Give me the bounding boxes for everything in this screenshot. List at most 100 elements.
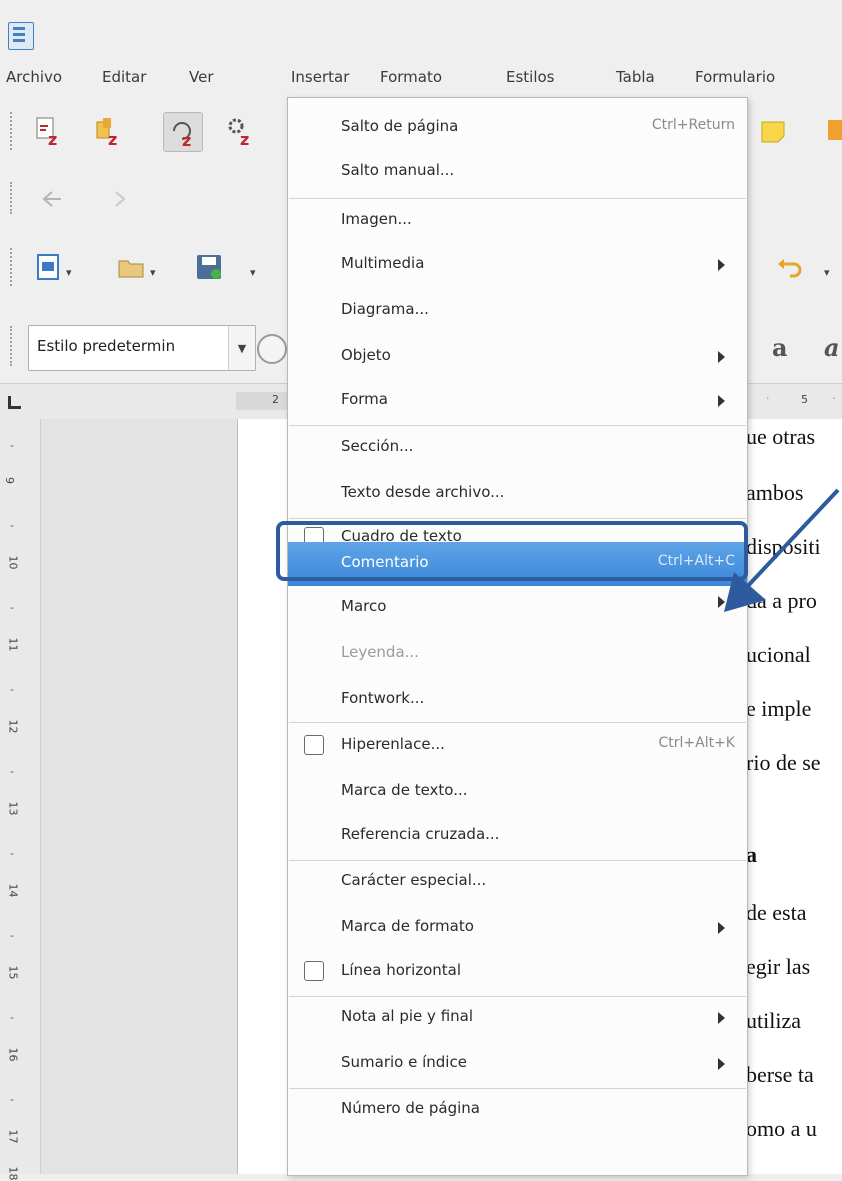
menu-item-footnote-endnote[interactable]: Nota al pie y final bbox=[288, 996, 747, 1040]
toolbar-grip[interactable] bbox=[10, 182, 16, 214]
ruler-number: 9 bbox=[3, 477, 16, 484]
open-dropdown-icon[interactable]: ▾ bbox=[150, 266, 156, 279]
menu-formato[interactable]: Formato bbox=[380, 68, 442, 86]
menu-item-image[interactable]: Imagen... bbox=[288, 199, 747, 243]
ruler-tick: - bbox=[10, 929, 14, 942]
menu-insertar[interactable]: Insertar bbox=[291, 68, 349, 86]
ruler-number: 13 bbox=[6, 801, 20, 816]
toolbar-grip[interactable] bbox=[10, 248, 16, 286]
menu-item-label: Referencia cruzada... bbox=[341, 825, 500, 843]
menu-item-label: Objeto bbox=[341, 346, 391, 364]
submenu-arrow-icon bbox=[718, 922, 725, 934]
menu-item-multimedia[interactable]: Multimedia bbox=[288, 243, 747, 287]
save-dropdown-icon[interactable]: ▾ bbox=[250, 266, 256, 279]
menu-archivo[interactable]: Archivo bbox=[6, 68, 62, 86]
menu-item-formatting-mark[interactable]: Marca de formato bbox=[288, 906, 747, 950]
menu-item-label: Marca de formato bbox=[341, 917, 474, 935]
menu-item-label: Sección... bbox=[341, 437, 414, 455]
insert-menu-dropdown: Salto de página Ctrl+Return Salto manual… bbox=[287, 97, 748, 1176]
ruler-number: 17 bbox=[6, 1129, 20, 1144]
menu-item-bookmark[interactable]: Marca de texto... bbox=[288, 770, 747, 814]
menu-item-label: Marco bbox=[341, 597, 387, 615]
menu-item-page-number[interactable]: Número de página bbox=[288, 1088, 747, 1132]
record-changes-icon[interactable]: z bbox=[34, 116, 64, 146]
paragraph-style-combobox[interactable]: Estilo predetermin ▼ bbox=[28, 325, 256, 371]
menu-item-label: Leyenda... bbox=[341, 643, 419, 661]
menu-editar[interactable]: Editar bbox=[102, 68, 146, 86]
document-text-line: de esta bbox=[746, 900, 807, 925]
tab-stop-icon[interactable] bbox=[8, 396, 21, 409]
italic-font-icon[interactable]: a bbox=[822, 333, 842, 362]
submenu-arrow-icon bbox=[718, 1058, 725, 1070]
ruler-number: 2 bbox=[272, 393, 279, 406]
document-background bbox=[41, 419, 237, 1174]
menu-bar: Archivo Editar Ver Insertar Formato Esti… bbox=[0, 60, 842, 96]
ruler-tick: - bbox=[10, 1093, 14, 1106]
ruler-number: 11 bbox=[6, 637, 20, 652]
svg-text:a: a bbox=[772, 334, 788, 360]
sticky-note-icon[interactable] bbox=[758, 116, 788, 146]
menu-item-hyperlink[interactable]: Hiperenlace... Ctrl+Alt+K bbox=[288, 724, 747, 768]
submenu-arrow-icon bbox=[718, 395, 725, 407]
svg-text:z: z bbox=[48, 130, 57, 146]
submenu-arrow-icon bbox=[718, 259, 725, 271]
submenu-arrow-icon bbox=[718, 351, 725, 363]
new-document-icon[interactable] bbox=[34, 252, 64, 282]
menu-item-special-character[interactable]: Carácter especial... bbox=[288, 860, 747, 904]
save-icon[interactable] bbox=[194, 252, 224, 282]
ruler-number: 15 bbox=[6, 965, 20, 980]
vertical-ruler[interactable]: 9 10 11 12 13 14 15 16 17 18 - - - - - -… bbox=[0, 419, 41, 1181]
menu-item-table-of-contents[interactable]: Sumario e índice bbox=[288, 1042, 747, 1086]
menu-item-text-from-file[interactable]: Texto desde archivo... bbox=[288, 472, 747, 516]
menu-item-page-break[interactable]: Salto de página Ctrl+Return bbox=[288, 106, 747, 150]
menu-tabla[interactable]: Tabla bbox=[616, 68, 655, 86]
ruler-tick: - bbox=[10, 601, 14, 614]
menu-item-label: Marca de texto... bbox=[341, 781, 468, 799]
menu-item-label: Nota al pie y final bbox=[341, 1007, 474, 1025]
changes-options-icon[interactable]: z bbox=[226, 116, 256, 146]
chevron-down-icon[interactable]: ▼ bbox=[228, 326, 255, 370]
undo-icon[interactable] bbox=[774, 252, 804, 282]
menu-item-label: Número de página bbox=[341, 1099, 480, 1117]
document-text-line: e imple bbox=[746, 696, 812, 721]
menu-formulario[interactable]: Formulario bbox=[695, 68, 775, 86]
ruler-number: 12 bbox=[6, 719, 20, 734]
document-text-line: omo a u bbox=[746, 1116, 817, 1141]
undo-dropdown-icon[interactable]: ▾ bbox=[824, 266, 830, 279]
menu-item-frame[interactable]: Marco bbox=[288, 588, 747, 632]
bookmark-icon[interactable] bbox=[820, 116, 842, 146]
paragraph-style-value[interactable]: Estilo predetermin bbox=[37, 337, 223, 355]
menu-item-section[interactable]: Sección... bbox=[288, 426, 747, 470]
show-changes-icon[interactable]: z bbox=[94, 116, 124, 146]
menu-item-shortcut: Ctrl+Return bbox=[651, 117, 735, 133]
menu-item-horizontal-line[interactable]: Línea horizontal bbox=[288, 950, 747, 994]
back-icon[interactable] bbox=[38, 184, 68, 214]
document-text-line: utiliza bbox=[746, 1008, 801, 1033]
menu-item-object[interactable]: Objeto bbox=[288, 335, 747, 379]
submenu-arrow-icon bbox=[718, 1012, 725, 1024]
update-style-icon[interactable] bbox=[257, 334, 287, 364]
menu-item-caption[interactable]: Leyenda... bbox=[288, 632, 747, 676]
checkbox-icon bbox=[304, 961, 324, 981]
open-folder-icon[interactable] bbox=[116, 252, 146, 282]
forward-icon[interactable] bbox=[100, 184, 130, 214]
ruler-tick: - bbox=[10, 765, 14, 778]
menu-item-shape[interactable]: Forma bbox=[288, 379, 747, 423]
bold-font-icon[interactable]: a bbox=[770, 333, 796, 362]
menu-ver[interactable]: Ver bbox=[189, 68, 214, 86]
toolbar-grip[interactable] bbox=[10, 326, 16, 366]
menu-item-cross-reference[interactable]: Referencia cruzada... bbox=[288, 814, 747, 858]
menu-item-chart[interactable]: Diagrama... bbox=[288, 289, 747, 333]
svg-text:z: z bbox=[182, 131, 191, 147]
toolbar-grip[interactable] bbox=[10, 112, 16, 150]
menu-item-manual-break[interactable]: Salto manual... bbox=[288, 150, 747, 194]
svg-text:z: z bbox=[240, 130, 249, 146]
new-dropdown-icon[interactable]: ▾ bbox=[66, 266, 72, 279]
menu-estilos[interactable]: Estilos bbox=[506, 68, 555, 86]
menu-item-label: Fontwork... bbox=[341, 689, 425, 707]
menu-item-label: Forma bbox=[341, 390, 388, 408]
menu-item-fontwork[interactable]: Fontwork... bbox=[288, 678, 747, 722]
manage-changes-icon[interactable]: z bbox=[163, 112, 203, 152]
menu-item-label: Salto manual... bbox=[341, 161, 455, 179]
menu-item-label: Línea horizontal bbox=[341, 961, 462, 979]
